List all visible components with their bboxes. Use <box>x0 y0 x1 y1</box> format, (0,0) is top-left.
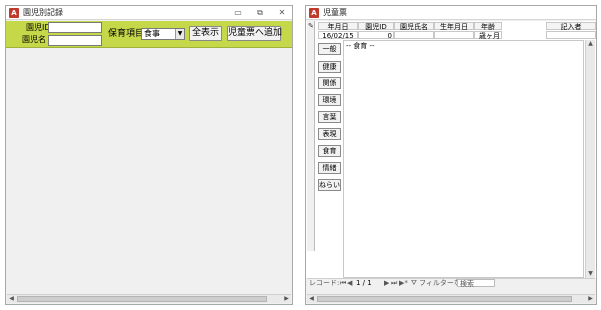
scroll-thumb[interactable] <box>317 296 572 302</box>
title-bar: A 児童票 <box>306 6 596 20</box>
category-button-relations[interactable]: 関係 <box>318 77 341 89</box>
next-record-icon[interactable]: ▶ <box>384 279 389 287</box>
care-item-label: 保育項目 <box>108 29 145 39</box>
category-button-health[interactable]: 健康 <box>318 61 341 73</box>
category-button-emotion[interactable]: 情緒 <box>318 162 341 174</box>
record-selector[interactable]: ✎ <box>307 21 315 251</box>
add-to-card-button[interactable]: 児童票へ追加 <box>227 26 282 41</box>
first-record-icon[interactable]: ⏮ <box>340 279 346 287</box>
header-writer: 記入者 <box>546 22 596 31</box>
category-button-food[interactable]: 食育 <box>318 145 341 157</box>
filter-icon: ⛛ <box>411 279 417 287</box>
close-icon[interactable]: ✕ <box>276 7 288 18</box>
category-button-language[interactable]: 言葉 <box>318 111 341 123</box>
notes-text: -- 食育 -- <box>346 42 375 50</box>
kid-name-field[interactable] <box>48 35 102 46</box>
title-bar: A 園児別記録 ▭ ⧉ ✕ <box>6 6 292 20</box>
form-body: ✎ 年月日 園児ID 園児氏名 生年月日 年齢 記入者 16/02/15 0 歳… <box>306 21 596 278</box>
record-label: レコード: <box>309 279 340 287</box>
child-card-window: A 児童票 ✎ 年月日 園児ID 園児氏名 生年月日 年齢 記入者 16/02/… <box>305 5 597 305</box>
header-kid-name: 園児氏名 <box>394 22 434 31</box>
kid-name-label: 園児名 <box>22 35 46 44</box>
kid-id-label: 園児ID <box>26 23 51 32</box>
header-date: 年月日 <box>318 22 358 31</box>
chevron-down-icon[interactable]: ▼ <box>175 29 184 39</box>
last-record-icon[interactable]: ⏭ <box>391 279 397 287</box>
scroll-down-icon[interactable]: ▼ <box>586 270 595 278</box>
kids-record-window: A 園児別記録 ▭ ⧉ ✕ 園児ID 園児名 保育項目 食事 ▼ 全表示 児童票… <box>5 5 293 305</box>
kid-id-field[interactable] <box>48 22 102 33</box>
access-app-icon: A <box>9 8 19 18</box>
birthdate-field[interactable] <box>434 31 474 39</box>
kid-id-field[interactable]: 0 <box>358 31 394 40</box>
care-item-value: 食事 <box>144 29 160 38</box>
record-navigation-bar: レコード: ⏮ ◀ 1 / 1 ▶ ⏭ ▶* ⛛ フィルターなし 検索 <box>307 278 595 288</box>
horizontal-scrollbar[interactable]: ◀ ▶ <box>7 294 291 303</box>
scroll-thumb[interactable] <box>17 296 267 302</box>
category-button-general[interactable]: 一般 <box>318 43 341 55</box>
search-input[interactable]: 検索 <box>457 279 495 288</box>
scroll-left-icon[interactable]: ◀ <box>7 295 16 303</box>
scroll-up-icon[interactable]: ▲ <box>586 40 595 48</box>
header-kid-id: 園児ID <box>358 22 394 31</box>
new-record-icon[interactable]: ▶* <box>399 279 408 287</box>
window-title: 児童票 <box>323 8 347 17</box>
restore-icon[interactable]: ⧉ <box>254 7 266 18</box>
category-button-aim[interactable]: ねらい <box>318 179 341 191</box>
scroll-right-icon[interactable]: ▶ <box>586 295 595 303</box>
scroll-right-icon[interactable]: ▶ <box>282 295 291 303</box>
form-detail <box>6 49 292 294</box>
pencil-icon: ✎ <box>308 22 314 30</box>
category-button-environment[interactable]: 環境 <box>318 94 341 106</box>
date-field[interactable]: 16/02/15 <box>318 31 358 40</box>
header-birthdate: 生年月日 <box>434 22 474 31</box>
form-header: 園児ID 園児名 保育項目 食事 ▼ 全表示 児童票へ追加 <box>6 21 292 48</box>
care-item-select[interactable]: 食事 ▼ <box>141 28 185 40</box>
access-app-icon: A <box>309 8 319 18</box>
header-age: 年齢 <box>474 22 502 31</box>
record-position[interactable]: 1 / 1 <box>356 279 372 287</box>
writer-field[interactable] <box>546 31 596 39</box>
vertical-scrollbar[interactable]: ▲ ▼ <box>585 40 595 278</box>
minimize-icon[interactable]: ▭ <box>232 7 244 18</box>
age-field[interactable]: 歳ヶ月 <box>474 31 502 40</box>
show-all-button[interactable]: 全表示 <box>189 26 222 41</box>
notes-textarea[interactable]: -- 食育 -- <box>343 40 584 278</box>
horizontal-scrollbar[interactable]: ◀ ▶ <box>307 294 595 303</box>
kid-name-field[interactable] <box>394 31 434 39</box>
category-button-expression[interactable]: 表現 <box>318 128 341 140</box>
prev-record-icon[interactable]: ◀ <box>347 279 352 287</box>
scroll-left-icon[interactable]: ◀ <box>307 295 316 303</box>
window-title: 園児別記録 <box>23 8 63 17</box>
